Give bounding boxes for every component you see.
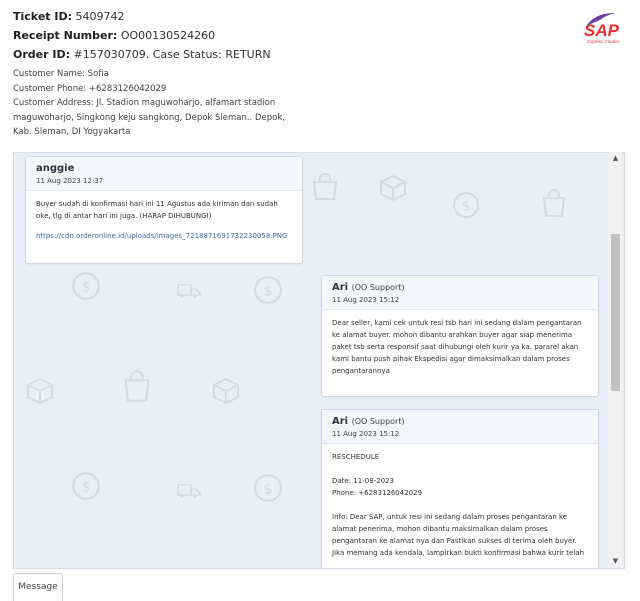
message-author-line: Ari (OO Support) <box>332 416 588 427</box>
logo-text: SAP <box>584 21 620 40</box>
coin-bg-icon-5: $ <box>254 474 282 502</box>
coin-bg-icon-2: $ <box>72 272 100 300</box>
scroll-down-icon[interactable]: ▼ <box>609 555 622 567</box>
message-line: Date: 11-08-2023 <box>332 477 394 485</box>
message-time: 11 Aug 2023 12:37 <box>36 177 104 185</box>
bag-bg-icon <box>312 173 338 200</box>
chat-scrollbar[interactable]: ▲ ▼ <box>609 152 622 567</box>
receipt-line: Receipt Number: OO00130524260 <box>13 29 573 42</box>
ticket-header: Ticket ID: 5409742 Receipt Number: OO001… <box>13 10 573 140</box>
message-author: Ari <box>332 282 349 293</box>
message-time: 11 Aug 2023 15:12 <box>332 430 400 438</box>
chat-message-ari-1: Ari (OO Support) 11 Aug 2023 15:12 Dear … <box>321 275 599 397</box>
receipt-label: Receipt Number: <box>13 29 118 42</box>
message-time: 11 Aug 2023 15:12 <box>332 296 400 304</box>
scroll-thumb[interactable] <box>611 234 620 391</box>
bag-bg-icon-2 <box>542 189 566 217</box>
message-tab-button[interactable]: Message <box>13 573 63 601</box>
svg-text:$: $ <box>462 199 470 214</box>
customer-phone: Customer Phone: +6283126042029 <box>13 83 167 94</box>
order-line: Order ID: #157030709. Case Status: RETUR… <box>13 48 573 61</box>
message-body: Buyer sudah di konfirmasi hari ini 11 Ag… <box>26 191 302 249</box>
receipt-number: OO00130524260 <box>120 29 216 42</box>
ticket-id-label: Ticket ID: <box>13 10 72 23</box>
message-author: Ari <box>332 416 349 427</box>
svg-text:$: $ <box>264 481 273 497</box>
ticket-id-line: Ticket ID: 5409742 <box>13 10 573 23</box>
message-header: anggie 11 Aug 2023 12:37 <box>26 157 302 191</box>
coin-bg-icon-4: $ <box>72 472 100 500</box>
truck-bg-icon-2 <box>177 484 201 498</box>
message-body: RESCHEDULE Date: 11-08-2023 Phone: +6283… <box>322 444 598 566</box>
customer-address: Customer Address: Jl. Stadion maguwoharj… <box>13 98 286 137</box>
truck-bg-icon <box>177 284 201 298</box>
logo-subtext: Express Courier <box>587 39 620 44</box>
message-author-line: Ari (OO Support) <box>332 282 588 293</box>
chat-message-anggie: anggie 11 Aug 2023 12:37 Buyer sudah di … <box>25 156 303 264</box>
message-author: anggie <box>36 163 75 174</box>
svg-text:$: $ <box>264 283 273 299</box>
message-line: Info: Dear SAP, untuk resi ini sedang da… <box>332 513 584 557</box>
message-text: Dear seller, kami cek untuk resi tsb har… <box>332 319 582 375</box>
message-role: (OO Support) <box>351 283 405 292</box>
message-line: Phone: +6283126042029 <box>332 489 423 497</box>
attachment-link[interactable]: https://cdn.orderonline.id/uploads/image… <box>36 230 292 242</box>
coin-bg-icon-3: $ <box>254 276 282 304</box>
message-text: Buyer sudah di konfirmasi hari ini 11 Ag… <box>36 200 278 220</box>
sap-logo: SAP Express Courier <box>578 8 628 48</box>
message-role: (OO Support) <box>351 417 405 426</box>
message-header: Ari (OO Support) 11 Aug 2023 15:12 <box>322 276 598 310</box>
ticket-id-value: 5409742 <box>75 10 125 23</box>
chat-message-ari-2: Ari (OO Support) 11 Aug 2023 15:12 RESCH… <box>321 409 599 568</box>
message-line: RESCHEDULE <box>332 453 380 461</box>
customer-info: Customer Name: Sofia Customer Phone: +62… <box>13 67 303 140</box>
box-bg-icon-2 <box>27 377 53 405</box>
box-bg-icon-3 <box>213 377 239 405</box>
customer-name: Customer Name: Sofia <box>13 69 109 79</box>
sap-logo-icon: SAP Express Courier <box>584 13 620 44</box>
message-header: Ari (OO Support) 11 Aug 2023 15:12 <box>322 410 598 444</box>
order-value: #157030709. Case Status: RETURN <box>73 48 271 61</box>
order-label: Order ID: <box>13 48 70 61</box>
chat-area[interactable]: $ $ $ $ $ anggie 11 Aug 2023 12:37 Buyer… <box>13 152 625 569</box>
svg-text:$: $ <box>82 279 91 295</box>
scroll-up-icon[interactable]: ▲ <box>609 152 622 164</box>
box-bg-icon <box>380 174 406 201</box>
message-gap <box>332 463 588 475</box>
coin-bg-icon: $ <box>453 192 479 218</box>
message-gap <box>332 499 588 511</box>
message-body: Dear seller, kami cek untuk resi tsb har… <box>322 310 598 384</box>
bag-bg-icon-3 <box>124 370 150 402</box>
svg-text:$: $ <box>82 479 91 495</box>
